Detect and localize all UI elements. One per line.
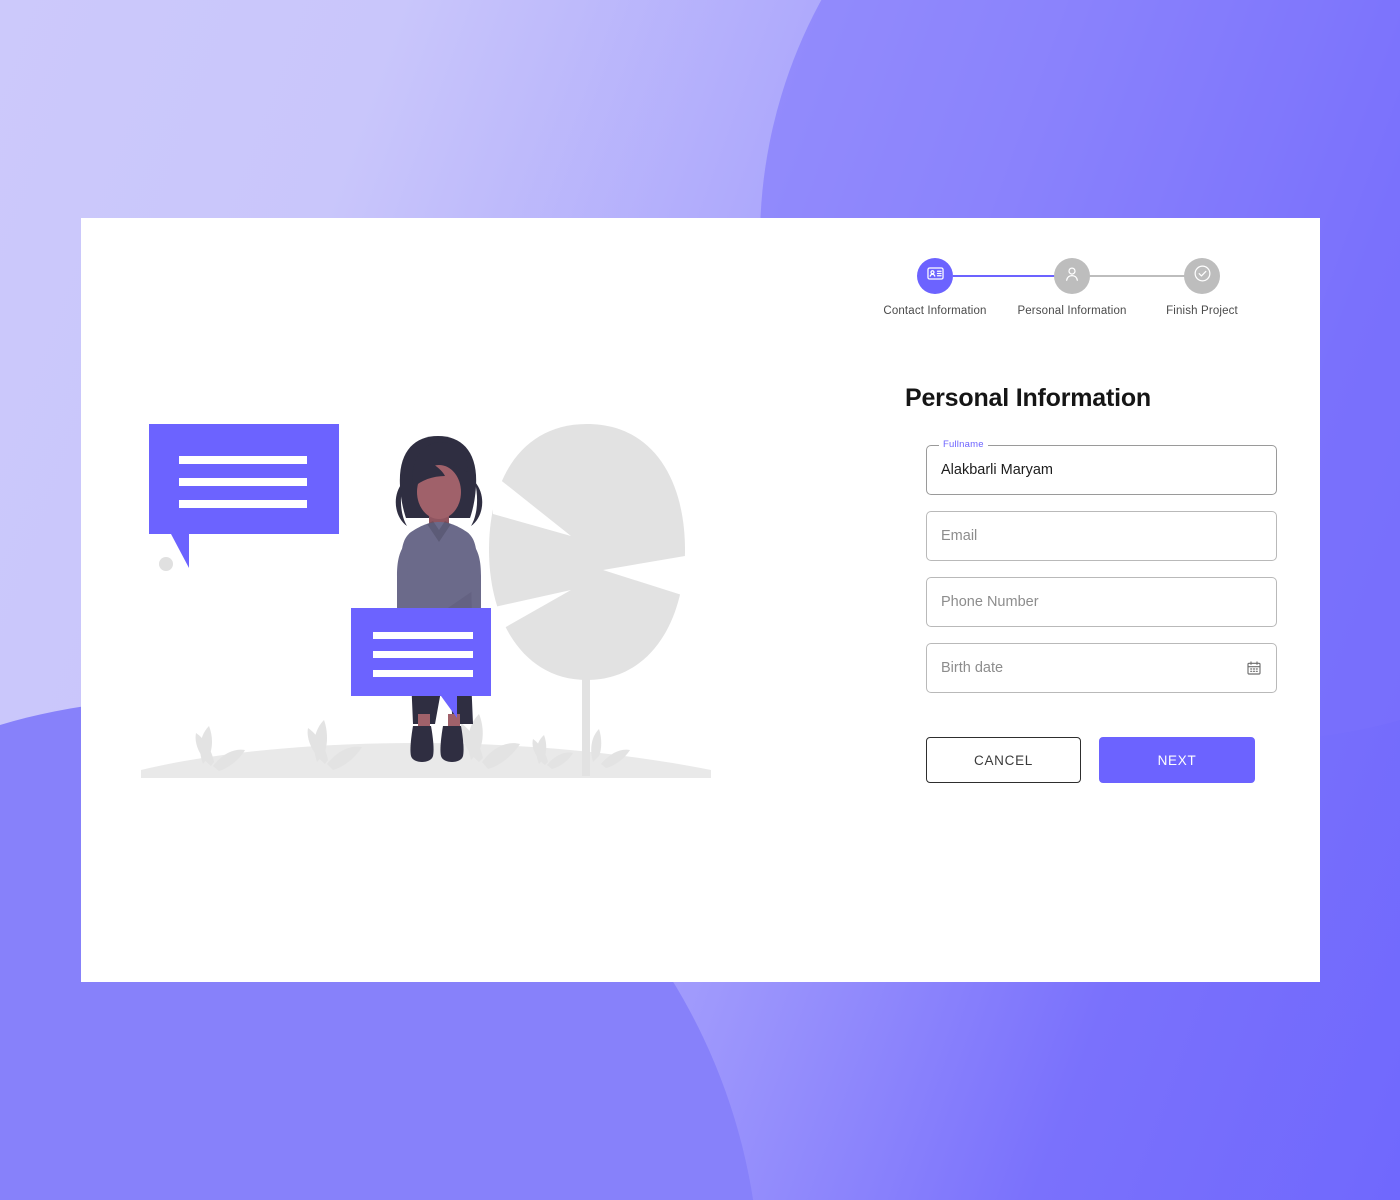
field-phone-number[interactable]: Phone Number xyxy=(926,577,1277,627)
form-panel: Contact Information Personal Information xyxy=(825,258,1277,783)
stepper-step-finish-project[interactable]: Finish Project xyxy=(1137,258,1267,317)
calendar-icon[interactable] xyxy=(1245,659,1263,677)
check-circle-icon xyxy=(1192,263,1213,289)
step-circle-finish-project[interactable] xyxy=(1184,258,1220,294)
next-button[interactable]: NEXT xyxy=(1099,737,1255,783)
step-label-finish-project: Finish Project xyxy=(1166,305,1238,317)
id-card-icon xyxy=(926,264,945,288)
user-icon xyxy=(1062,264,1082,289)
field-birth-date-placeholder: Birth date xyxy=(941,660,1004,676)
wizard-stepper: Contact Information Personal Information xyxy=(835,258,1238,368)
field-phone-number-placeholder: Phone Number xyxy=(941,594,1039,610)
field-fullname-value: Alakbarli Maryam xyxy=(941,462,1053,478)
step-connector-2 xyxy=(1083,275,1185,277)
page-title: Personal Information xyxy=(904,384,1152,412)
step-circle-personal-information[interactable] xyxy=(1054,258,1090,294)
step-circle-contact-information[interactable] xyxy=(917,258,953,294)
step-label-contact-information: Contact Information xyxy=(883,305,987,317)
stepper-step-contact-information[interactable]: Contact Information xyxy=(870,258,1000,317)
step-connector-1 xyxy=(953,275,1055,277)
stepper-step-personal-information[interactable]: Personal Information xyxy=(1007,258,1137,317)
field-fullname-label: Fullname xyxy=(939,439,988,450)
field-fullname[interactable]: Fullname Alakbarli Maryam xyxy=(926,439,1277,495)
field-email-box[interactable] xyxy=(926,511,1277,561)
speech-bubble-large xyxy=(149,424,339,571)
cancel-button[interactable]: CANCEL xyxy=(926,737,1082,783)
field-birth-date[interactable]: Birth date xyxy=(926,643,1277,693)
field-email-placeholder: Email xyxy=(941,528,978,544)
bubble-dot xyxy=(159,557,173,571)
tree-shape xyxy=(489,424,685,776)
person-figure xyxy=(395,436,483,762)
form-fields: Fullname Alakbarli Maryam Email Phone Nu… xyxy=(926,439,1277,693)
form-actions: CANCEL NEXT xyxy=(926,737,1255,783)
wizard-card: Contact Information Personal Information xyxy=(81,218,1320,982)
illustration-woman-holding-speech-bubble xyxy=(141,418,711,818)
step-label-personal-information: Personal Information xyxy=(1017,305,1127,317)
field-email[interactable]: Email xyxy=(926,511,1277,561)
